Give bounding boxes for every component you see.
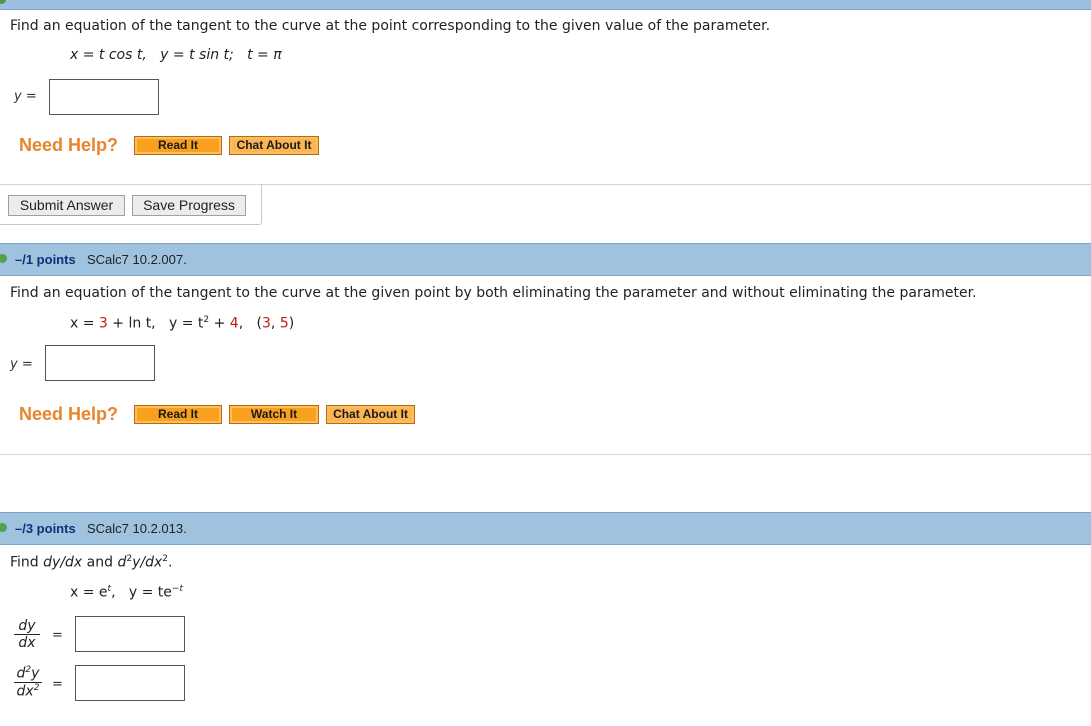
q3-prompt-d: d: [117, 554, 127, 571]
q1-eq-t: t = π: [247, 47, 282, 63]
q3-eq-x-comma: ,: [111, 584, 116, 601]
q3-prompt-and: and: [82, 554, 118, 571]
q2-point-close: ): [288, 315, 295, 332]
frac2-numerator: d2y: [14, 665, 42, 683]
q2-read-it-button[interactable]: Read It: [134, 405, 222, 424]
q2-answer-label: y =: [10, 357, 33, 372]
frac2-den-dx: dx: [16, 683, 34, 700]
expand-icon[interactable]: [0, 254, 7, 263]
save-progress-button[interactable]: Save Progress: [132, 195, 246, 216]
q2-point-sep: ,: [270, 315, 280, 332]
q3-prompt-dydx: dy/dx: [43, 554, 83, 571]
q1-prompt: Find an equation of the tangent to the c…: [10, 18, 771, 34]
q2-eq-x-rest: + ln t,: [107, 315, 156, 332]
q1-equation: x = t cos t, y = t sin t; t = π: [70, 47, 282, 63]
q2-eq-y-plus: +: [209, 315, 230, 332]
q3-eq-y-exp: −t: [171, 584, 183, 594]
q2-need-help: Need Help?: [19, 404, 119, 424]
q2-watch-it-button[interactable]: Watch It: [229, 405, 319, 424]
frac2-den-exp: 2: [33, 682, 40, 693]
q1-eq-x: x = t cos t,: [70, 47, 147, 63]
q3-points: –/3 points: [15, 521, 76, 536]
q2-source: SCalc7 10.2.007.: [87, 252, 187, 267]
q2-equation: x = 3 + ln t, y = t2 + 4, (3, 5): [70, 315, 294, 332]
equals-sign: =: [52, 628, 63, 643]
q2-prompt: Find an equation of the tangent to the c…: [10, 285, 977, 301]
q2-chat-about-it-button[interactable]: Chat About It: [326, 405, 415, 424]
previous-question-header: [0, 0, 1091, 10]
q2-point-y: 5: [279, 315, 289, 332]
q1-answer-label: y =: [14, 89, 37, 104]
frac2-denominator: dx2: [14, 683, 42, 700]
q3-prompt-ydx: y/dx: [132, 554, 163, 571]
d2ydx2-fraction: d2y dx2: [14, 665, 42, 699]
frac1-denominator: dx: [18, 635, 36, 651]
q1-chat-about-it-button[interactable]: Chat About It: [229, 136, 319, 155]
q1-need-help: Need Help?: [19, 135, 119, 155]
q3-equation: x = et, y = te−t: [70, 584, 183, 601]
q3-prompt-find: Find: [10, 554, 44, 571]
q2-eq-y-comma: ,: [238, 315, 244, 332]
q1-answer-input[interactable]: [49, 79, 159, 115]
q3-source: SCalc7 10.2.013.: [87, 521, 187, 536]
q3-header: –/3 points SCalc7 10.2.013.: [0, 512, 1091, 545]
q2-points: –/1 points: [15, 252, 76, 267]
equals-sign: =: [52, 677, 63, 692]
q3-eq-x: x = e: [70, 584, 108, 601]
q1-read-it-button[interactable]: Read It: [134, 136, 222, 155]
q3-eq-y: y = te: [128, 584, 172, 601]
dydx-fraction: dy dx: [14, 618, 40, 651]
q2-eq-x-const: 3: [98, 315, 108, 332]
q2-header: –/1 points SCalc7 10.2.007.: [0, 243, 1091, 276]
expand-icon[interactable]: [0, 0, 6, 4]
q3-prompt: Find dy/dx and d2y/dx2.: [10, 554, 172, 571]
frac2-num-y: y: [31, 665, 40, 682]
q3-dydx-input[interactable]: [75, 616, 185, 652]
divider: [0, 454, 1091, 455]
q3-d2ydx2-input[interactable]: [75, 665, 185, 701]
submit-answer-button[interactable]: Submit Answer: [8, 195, 125, 216]
frac1-numerator: dy: [14, 618, 40, 635]
q2-eq-x-lhs: x =: [70, 315, 99, 332]
q1-eq-y: y = t sin t;: [160, 47, 234, 63]
q2-answer-input[interactable]: [45, 345, 155, 381]
q2-point-x: 3: [261, 315, 271, 332]
q2-eq-y-lhs: y = t: [169, 315, 204, 332]
q3-prompt-period: .: [168, 554, 173, 571]
expand-icon[interactable]: [0, 523, 7, 532]
q2-eq-y-const: 4: [229, 315, 239, 332]
